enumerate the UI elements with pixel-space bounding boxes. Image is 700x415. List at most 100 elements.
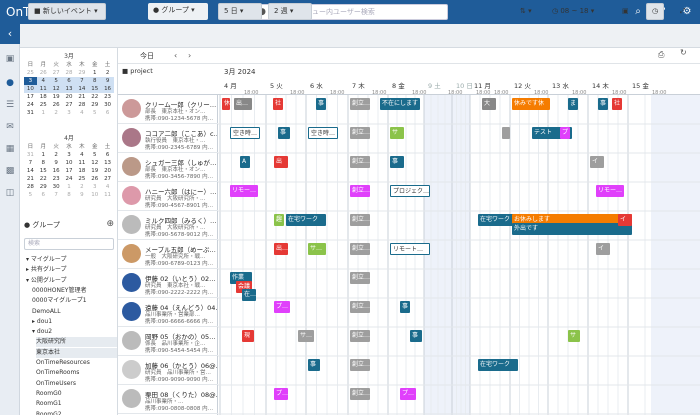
person-row[interactable]: 栗田 08（くりた）08@… 品川事業所・… 携帯:090-0808-0808 内… <box>118 385 218 414</box>
calendar-pick-icon[interactable]: ▣ <box>622 3 629 20</box>
group-tree-item[interactable]: ▾ 公開グループ <box>26 276 116 286</box>
calendar-day[interactable]: 9 <box>75 191 88 199</box>
calendar-event[interactable] <box>502 127 510 139</box>
timeline-grid[interactable]: 休出… 社事創立… 不在にします大休みです休ま事社空き時… 事空き時… 創立… サテストプ… <box>218 95 700 415</box>
calendar-day[interactable]: 23 <box>50 175 63 183</box>
calendar-day[interactable]: 18 <box>75 167 88 175</box>
calendar-event[interactable]: プ… <box>274 388 288 400</box>
calendar-event[interactable]: 創立… <box>350 359 370 371</box>
group-tree-item[interactable]: OnTimeUsers <box>36 379 117 389</box>
calendar-day[interactable]: 6 <box>101 151 114 159</box>
person-row[interactable]: クリーム一郎（クリー… 部長 東京本社・オン… 携帯:090-1234-5678 内… <box>118 95 218 124</box>
day-header[interactable]: 11 月 <box>474 80 491 90</box>
calendar-day[interactable]: 7 <box>50 191 63 199</box>
days-select[interactable]: 5 日 ▾ <box>218 3 262 20</box>
calendar-event[interactable]: 社 <box>612 98 622 110</box>
list-icon[interactable]: ☰ <box>3 98 17 112</box>
calendar-day[interactable]: 26 <box>50 101 63 109</box>
calendar-day[interactable]: 7 <box>75 77 89 85</box>
calendar-event[interactable]: 創立… <box>350 127 370 139</box>
add-group-icon[interactable]: ⊕ <box>106 219 114 229</box>
group-tree-item[interactable]: ▸ 共有グループ <box>26 265 116 275</box>
calendar-day[interactable]: 30 <box>101 101 114 109</box>
calendar-day[interactable]: 14 <box>75 85 89 93</box>
day-header[interactable]: 7 木 <box>352 80 365 90</box>
day-header[interactable]: 14 木 <box>592 80 609 90</box>
calendar-day[interactable]: 27 <box>63 101 76 109</box>
calendar-event[interactable]: サ… <box>298 330 314 342</box>
calendar-event[interactable]: 出… <box>234 98 252 110</box>
calendar-day[interactable]: 21 <box>24 175 37 183</box>
calendar-day[interactable]: 1 <box>37 151 50 159</box>
group-tree-item[interactable]: 0000マイグループ1 <box>32 296 117 306</box>
calendar-day[interactable]: 5 <box>49 77 63 85</box>
calendar-day[interactable]: 10 <box>63 159 76 167</box>
group-view-button[interactable]: ● グループ ▾ <box>148 3 208 20</box>
weeks-select[interactable]: 2 週 ▾ <box>268 3 312 20</box>
next-arrow-icon[interactable]: › <box>188 51 191 60</box>
calendar-day[interactable]: 19 <box>88 167 101 175</box>
calendar-day[interactable]: 22 <box>88 93 101 101</box>
person-row[interactable]: メープル五郎（めーぷ… 一般 大阪研究所・戦… 携帯:090-6789-0123 内… <box>118 240 218 269</box>
calendar-day[interactable]: 13 <box>62 85 76 93</box>
calendar-event[interactable]: 創立… <box>350 243 370 255</box>
calendar-event[interactable]: サ <box>568 330 580 342</box>
calendar-event[interactable]: 現 <box>242 330 254 342</box>
calendar-event[interactable]: サ <box>390 127 404 139</box>
calendar-day[interactable]: 2 <box>75 183 88 191</box>
fullscreen-icon[interactable]: ⤢ <box>680 3 686 20</box>
group-search-input[interactable]: 検索 <box>24 238 114 250</box>
calendar-icon[interactable]: ▣ <box>3 52 17 66</box>
calendar-day[interactable]: 28 <box>63 69 76 77</box>
calendar-event[interactable]: 事 <box>598 98 608 110</box>
zoom-icon[interactable]: ⌕ <box>631 5 645 19</box>
calendar-event[interactable]: 事 <box>308 359 320 371</box>
calendar-event[interactable]: 空き時… <box>230 127 260 139</box>
calendar-day[interactable]: 8 <box>37 159 50 167</box>
calendar-day[interactable]: 8 <box>63 191 76 199</box>
group-tree-item[interactable]: RoomG0 <box>36 389 117 399</box>
calendar-day[interactable]: 17 <box>24 93 37 101</box>
calendar-event[interactable]: プロジェク… <box>390 185 430 197</box>
day-header[interactable]: 5 火 <box>270 80 283 90</box>
calendar-event[interactable]: 在宅ワーク <box>478 359 518 371</box>
calendar-day[interactable]: 4 <box>75 109 88 117</box>
calendar-event[interactable]: 事 <box>316 98 326 110</box>
calendar-day[interactable]: 3 <box>63 109 76 117</box>
calendar-event[interactable]: A <box>240 156 250 168</box>
calendar-day[interactable]: 24 <box>63 175 76 183</box>
calendar-event[interactable]: イ <box>590 156 604 168</box>
calendar-day[interactable]: 22 <box>37 175 50 183</box>
calendar-day[interactable]: 13 <box>101 159 114 167</box>
calendar-event[interactable]: リモー… <box>230 185 258 197</box>
today-button[interactable]: 今日 <box>140 51 154 61</box>
person-row[interactable]: 遠藤 04（えんどう）04… 品川事業所・営業部… 携帯:090-6666-6666… <box>118 298 218 327</box>
calendar-event[interactable]: 趣 <box>274 214 284 226</box>
calendar-day[interactable]: 1 <box>37 109 50 117</box>
group-tree-item[interactable]: ▸ dou1 <box>32 317 117 327</box>
calendar-day[interactable]: 15 <box>88 85 102 93</box>
calendar-event[interactable]: リモート… <box>390 243 430 255</box>
calendar-day[interactable]: 25 <box>75 175 88 183</box>
group-tree-item[interactable]: OnTimeRooms <box>36 368 117 378</box>
calendar-event[interactable]: ま <box>568 98 578 110</box>
calendar-day[interactable]: 15 <box>37 167 50 175</box>
calendar-day[interactable]: 5 <box>88 109 101 117</box>
calendar-day[interactable]: 14 <box>24 167 37 175</box>
calendar-event[interactable]: 在… <box>242 289 256 301</box>
group-tree-item[interactable]: DemoALL <box>32 307 117 317</box>
calendar-day[interactable]: 6 <box>101 109 114 117</box>
calendar-event[interactable]: イ <box>596 243 610 255</box>
calendar-event[interactable]: 創立… <box>350 185 370 197</box>
calendar-day[interactable]: 28 <box>24 183 37 191</box>
prev-arrow-icon[interactable]: ‹ <box>174 51 177 60</box>
calendar-day[interactable]: 6 <box>37 191 50 199</box>
day-header[interactable]: 9 土 <box>428 80 441 90</box>
person-row[interactable]: シュガー三郎（しゅが… 部長 東京本社・オン… 携帯:090-3456-7890 内… <box>118 153 218 182</box>
calendar-event[interactable]: 創立… <box>350 272 370 284</box>
day-header[interactable]: 6 水 <box>310 80 323 90</box>
calendar-day[interactable]: 25 <box>24 69 37 77</box>
calendar-day[interactable]: 30 <box>50 183 63 191</box>
group-tree-item[interactable]: 東京本社 <box>36 347 117 358</box>
person-row[interactable]: ハニー六郎（はにー）… 研究員 大阪研究所・… 携帯:090-4567-8901 内… <box>118 182 218 211</box>
